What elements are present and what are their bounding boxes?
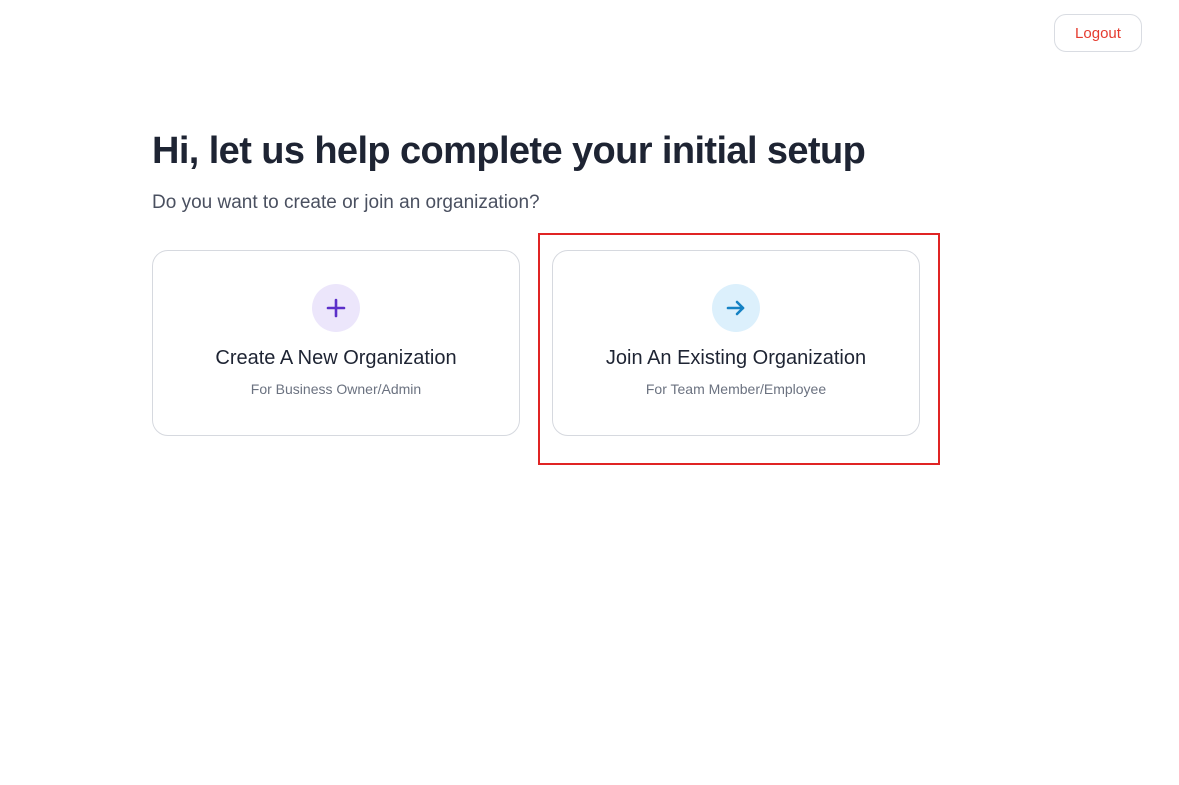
page-title: Hi, let us help complete your initial se… (152, 130, 866, 172)
join-organization-card[interactable]: Join An Existing Organization For Team M… (552, 250, 920, 436)
arrow-right-icon (712, 284, 760, 332)
logout-button[interactable]: Logout (1054, 14, 1142, 52)
join-organization-subtitle: For Team Member/Employee (645, 381, 827, 397)
create-organization-subtitle: For Business Owner/Admin (250, 381, 422, 397)
page-subtitle: Do you want to create or join an organiz… (152, 192, 540, 213)
create-organization-card[interactable]: Create A New Organization For Business O… (152, 250, 520, 436)
create-organization-title: Create A New Organization (215, 347, 457, 369)
plus-icon (312, 284, 360, 332)
join-organization-title: Join An Existing Organization (605, 347, 867, 369)
setup-page: Logout Hi, let us help complete your ini… (0, 0, 1179, 785)
